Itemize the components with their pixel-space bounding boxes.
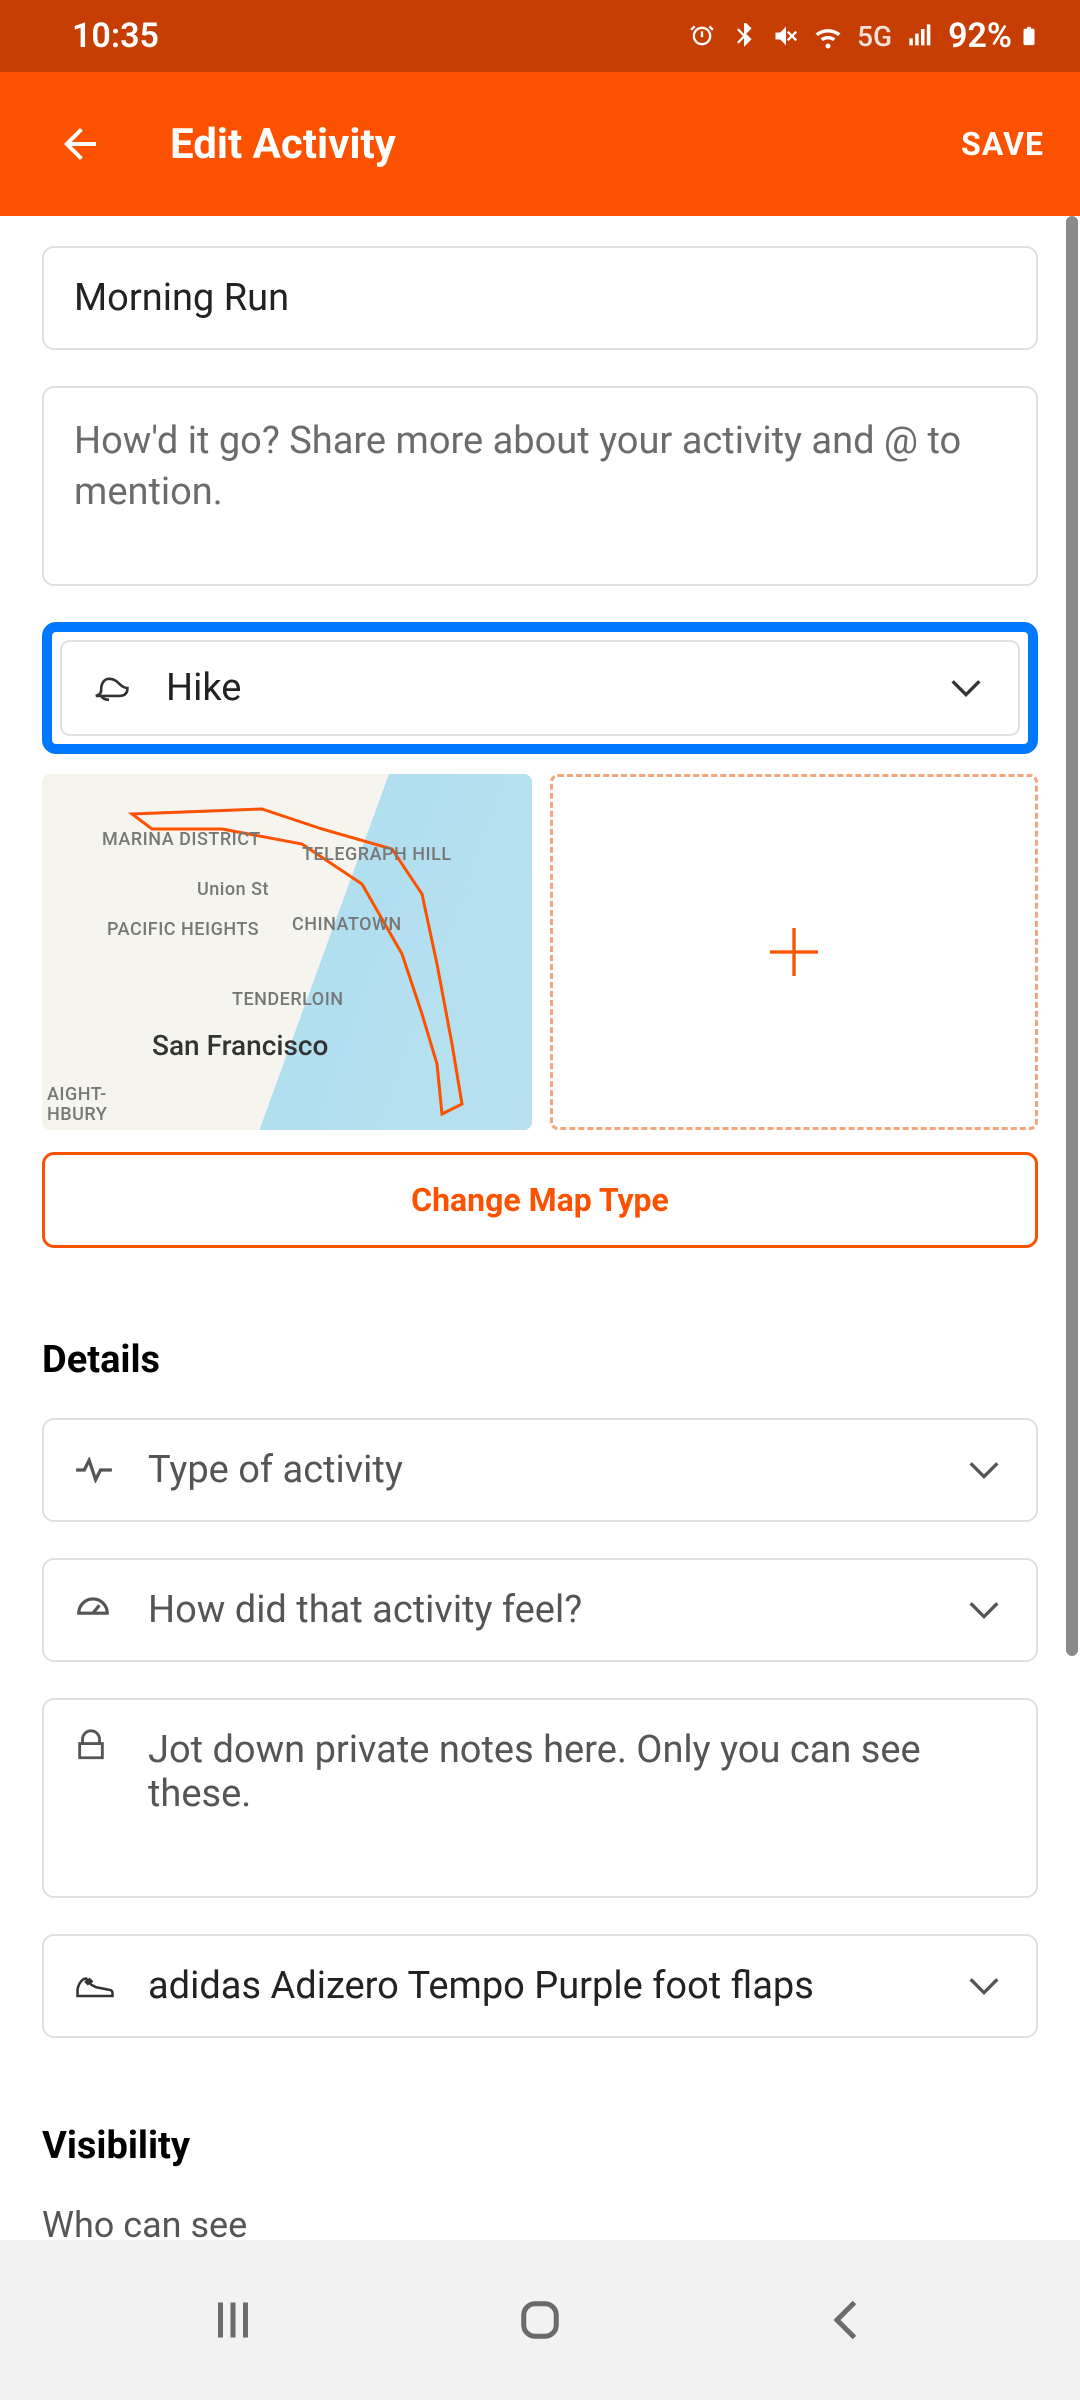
back-button[interactable] <box>50 114 110 174</box>
visibility-heading: Visibility <box>42 2124 1038 2168</box>
activity-type-label: Hike <box>166 666 944 710</box>
gauge-icon <box>74 1591 124 1629</box>
system-nav-bar <box>0 2240 1080 2400</box>
network-label: 5G <box>857 20 892 53</box>
activity-description-input[interactable]: How'd it go? Share more about your activ… <box>42 386 1038 586</box>
media-row: MARINA DISTRICT TELEGRAPH HILL Union St … <box>42 774 1038 1130</box>
map-thumbnail[interactable]: MARINA DISTRICT TELEGRAPH HILL Union St … <box>42 774 532 1130</box>
home-icon <box>515 2295 565 2345</box>
alarm-icon <box>687 21 717 51</box>
details-heading: Details <box>42 1338 1038 1382</box>
visibility-who-label: Who can see <box>42 2204 1038 2240</box>
battery-indicator: 92% <box>948 16 1040 56</box>
nav-home-button[interactable] <box>495 2275 585 2365</box>
arrow-left-icon <box>56 120 104 168</box>
status-bar: 10:35 5G 92% <box>0 0 1080 72</box>
back-icon <box>822 2295 872 2345</box>
private-notes-input[interactable]: Jot down private notes here. Only you ca… <box>42 1698 1038 1898</box>
gear-label: adidas Adizero Tempo Purple foot flaps <box>148 1964 962 2008</box>
gear-selector[interactable]: adidas Adizero Tempo Purple foot flaps <box>42 1934 1038 2038</box>
perceived-exertion-selector[interactable]: How did that activity feel? <box>42 1558 1038 1662</box>
nav-back-button[interactable] <box>802 2275 892 2365</box>
hike-icon <box>92 672 142 704</box>
bluetooth-icon <box>729 21 759 51</box>
chevron-down-icon <box>944 666 988 710</box>
add-media-button[interactable] <box>550 774 1038 1130</box>
battery-icon <box>1018 19 1040 53</box>
activity-type-selector[interactable]: Hike <box>60 640 1020 736</box>
plus-icon <box>762 920 826 984</box>
feel-label: How did that activity feel? <box>148 1588 962 1632</box>
private-notes-placeholder: Jot down private notes here. Only you ca… <box>148 1728 1006 1816</box>
route-path-icon <box>42 774 532 1130</box>
chevron-down-icon <box>962 1964 1006 2008</box>
chevron-down-icon <box>962 1588 1006 1632</box>
wifi-icon <box>813 21 843 51</box>
status-time: 10:35 <box>72 16 159 56</box>
signal-icon <box>906 21 936 51</box>
shoe-icon <box>74 1971 124 2001</box>
page-title: Edit Activity <box>170 120 961 169</box>
battery-percent: 92% <box>948 16 1012 56</box>
app-bar: Edit Activity SAVE <box>0 72 1080 216</box>
type-of-activity-label: Type of activity <box>148 1448 962 1492</box>
nav-recents-button[interactable] <box>188 2275 278 2365</box>
change-map-type-button[interactable]: Change Map Type <box>42 1152 1038 1248</box>
activity-type-highlight: Hike <box>42 622 1038 754</box>
activity-pulse-icon <box>74 1457 124 1483</box>
status-icons: 5G 92% <box>687 16 1040 56</box>
activity-name-input[interactable]: Morning Run <box>42 246 1038 350</box>
type-of-activity-selector[interactable]: Type of activity <box>42 1418 1038 1522</box>
chevron-down-icon <box>962 1448 1006 1492</box>
map-city-label: San Francisco <box>152 1029 328 1062</box>
lock-icon <box>74 1728 124 1762</box>
content-scroll[interactable]: Morning Run How'd it go? Share more abou… <box>0 216 1080 2240</box>
save-button[interactable]: SAVE <box>961 125 1044 163</box>
mute-icon <box>771 21 801 51</box>
scrollbar[interactable] <box>1066 216 1078 1656</box>
recents-icon <box>208 2295 258 2345</box>
